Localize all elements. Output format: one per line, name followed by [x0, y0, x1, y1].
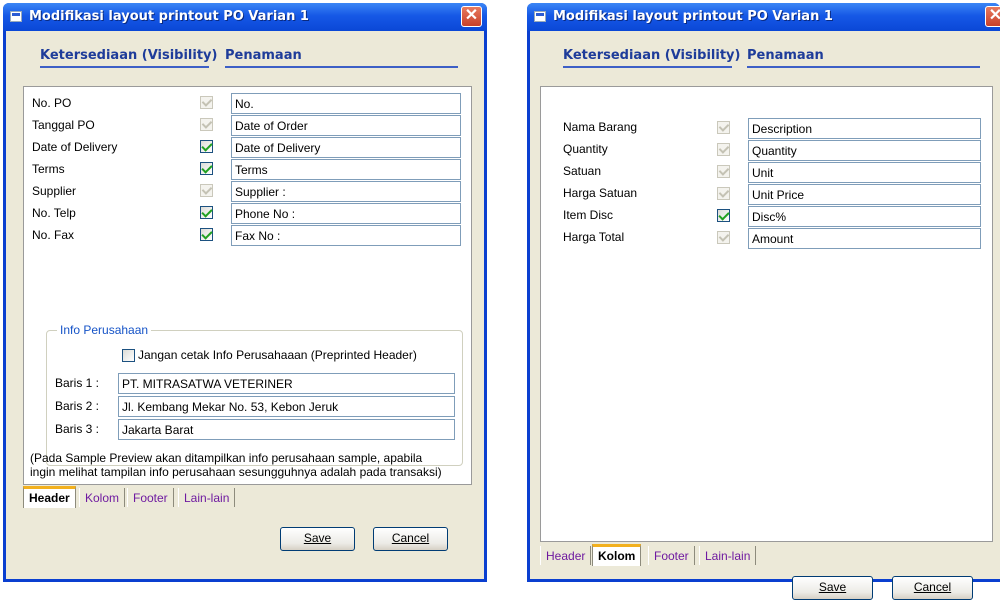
save-button-label: Save	[818, 580, 847, 594]
window-title: Modifikasi layout printout PO Varian 1	[29, 9, 309, 24]
company-line-2-label: Baris 2 :	[55, 399, 100, 413]
cancel-button[interactable]: Cancel	[373, 527, 448, 551]
tab-lain-lain[interactable]: Lain-lain	[699, 546, 757, 565]
save-button-label: Save	[303, 531, 332, 545]
tab-kolom[interactable]: Kolom	[592, 544, 642, 566]
header-tab-panel: No. PO No. Tanggal PO Date of Order Date…	[23, 86, 472, 485]
sample-preview-note-line-2: ingin melihat tampilan info perusahaan s…	[30, 465, 442, 479]
left-dialog-window: Modifikasi layout printout PO Varian 1 ✕…	[3, 3, 487, 582]
visibility-checkbox-item-disc[interactable]	[717, 209, 730, 222]
save-button[interactable]: Save	[792, 576, 873, 600]
caption-input-quantity[interactable]: Quantity	[748, 140, 981, 161]
window-title: Modifikasi layout printout PO Varian 1	[553, 9, 833, 24]
field-label-nama-barang: Nama Barang	[563, 120, 638, 134]
caption-input-harga-satuan[interactable]: Unit Price	[748, 184, 981, 205]
visibility-checkbox-no-fax[interactable]	[200, 228, 213, 241]
save-button[interactable]: Save	[280, 527, 355, 551]
company-line-3-label: Baris 3 :	[55, 422, 100, 436]
field-label-date-of-delivery: Date of Delivery	[32, 140, 118, 154]
visibility-header-underline	[40, 66, 209, 68]
caption-input-terms[interactable]: Terms	[231, 159, 461, 180]
field-label-terms: Terms	[32, 162, 65, 176]
kolom-tab-panel: Nama Barang Description Quantity Quantit…	[540, 86, 993, 542]
caption-input-tanggal-po[interactable]: Date of Order	[231, 115, 461, 136]
left-tab-strip: Header Kolom Footer Lain-lain	[23, 486, 472, 508]
field-label-no-po: No. PO	[32, 96, 72, 110]
company-line-2-input[interactable]: Jl. Kembang Mekar No. 53, Kebon Jeruk	[118, 396, 455, 417]
left-client-area: Ketersediaan (Visibility) Penamaan No. P…	[6, 31, 484, 579]
company-info-group-label: Info Perusahaan	[57, 323, 152, 337]
right-tab-strip: Header Kolom Footer Lain-lain	[540, 544, 993, 566]
cancel-button-label: Cancel	[391, 531, 430, 545]
visibility-checkbox-no-telp[interactable]	[200, 206, 213, 219]
window-icon	[10, 11, 22, 22]
company-line-1-input[interactable]: PT. MITRASATWA VETERINER	[118, 373, 455, 394]
visibility-header: Ketersediaan (Visibility)	[40, 48, 218, 63]
tab-footer[interactable]: Footer	[127, 488, 174, 507]
visibility-checkbox-tanggal-po	[200, 118, 213, 131]
tab-header[interactable]: Header	[540, 546, 592, 565]
company-line-3-input[interactable]: Jakarta Barat	[118, 419, 455, 440]
naming-header: Penamaan	[747, 48, 824, 63]
field-label-harga-total: Harga Total	[563, 230, 625, 244]
visibility-header: Ketersediaan (Visibility)	[563, 48, 741, 63]
company-line-1-label: Baris 1 :	[55, 376, 100, 390]
visibility-checkbox-harga-total	[717, 231, 730, 244]
naming-header-underline	[225, 66, 458, 68]
field-label-quantity: Quantity	[563, 142, 608, 156]
field-label-no-telp: No. Telp	[32, 206, 76, 220]
visibility-checkbox-no-po	[200, 96, 213, 109]
visibility-checkbox-supplier	[200, 184, 213, 197]
window-icon	[534, 11, 546, 22]
visibility-checkbox-satuan	[717, 165, 730, 178]
visibility-checkbox-harga-satuan	[717, 187, 730, 200]
cancel-button[interactable]: Cancel	[892, 576, 973, 600]
caption-input-item-disc[interactable]: Disc%	[748, 206, 981, 227]
caption-input-no-telp[interactable]: Phone No :	[231, 203, 461, 224]
right-client-area: Ketersediaan (Visibility) Penamaan Nama …	[530, 31, 1000, 600]
naming-header: Penamaan	[225, 48, 302, 63]
close-button[interactable]: ✕	[985, 6, 1000, 27]
field-label-no-fax: No. Fax	[32, 228, 75, 242]
field-label-harga-satuan: Harga Satuan	[563, 186, 638, 200]
field-label-tanggal-po: Tanggal PO	[32, 118, 95, 132]
right-title-bar[interactable]: Modifikasi layout printout PO Varian 1 ✕	[527, 3, 1000, 31]
no-print-company-info-label[interactable]: Jangan cetak Info Perusahaaan (Preprinte…	[138, 348, 417, 362]
caption-input-date-of-delivery[interactable]: Date of Delivery	[231, 137, 461, 158]
field-label-satuan: Satuan	[563, 164, 602, 178]
visibility-header-underline	[563, 66, 732, 68]
visibility-checkbox-quantity	[717, 143, 730, 156]
caption-input-nama-barang[interactable]: Description	[748, 118, 981, 139]
company-info-group: Info Perusahaan Jangan cetak Info Perusa…	[46, 323, 463, 466]
cancel-button-label: Cancel	[913, 580, 952, 594]
caption-input-harga-total[interactable]: Amount	[748, 228, 981, 249]
sample-preview-note-line-1: (Pada Sample Preview akan ditampilkan in…	[30, 451, 423, 465]
caption-input-no-po[interactable]: No.	[231, 93, 461, 114]
tab-kolom[interactable]: Kolom	[79, 488, 126, 507]
naming-header-underline	[747, 66, 980, 68]
visibility-checkbox-terms[interactable]	[200, 162, 213, 175]
no-print-company-info-checkbox[interactable]	[122, 349, 135, 362]
caption-input-satuan[interactable]: Unit	[748, 162, 981, 183]
right-dialog-window: Modifikasi layout printout PO Varian 1 ✕…	[527, 3, 1000, 600]
caption-input-supplier[interactable]: Supplier :	[231, 181, 461, 202]
field-label-item-disc: Item Disc	[563, 208, 614, 222]
field-label-supplier: Supplier	[32, 184, 77, 198]
caption-input-no-fax[interactable]: Fax No :	[231, 225, 461, 246]
visibility-checkbox-date-of-delivery[interactable]	[200, 140, 213, 153]
close-button[interactable]: ✕	[461, 6, 482, 27]
tab-footer[interactable]: Footer	[648, 546, 695, 565]
visibility-checkbox-nama-barang	[717, 121, 730, 134]
left-title-bar[interactable]: Modifikasi layout printout PO Varian 1 ✕	[3, 3, 487, 31]
tab-lain-lain[interactable]: Lain-lain	[178, 488, 236, 507]
tab-header[interactable]: Header	[23, 486, 76, 508]
